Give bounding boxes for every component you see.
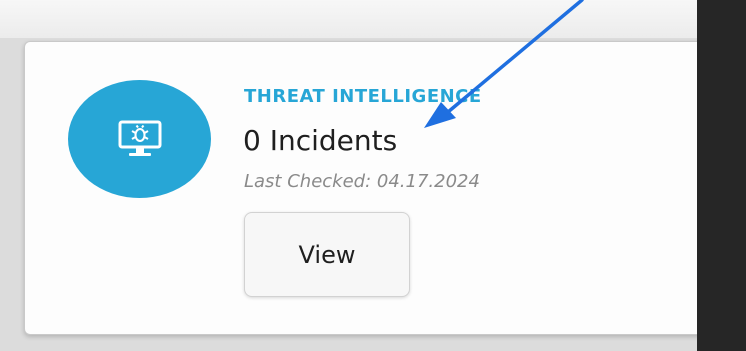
- view-button[interactable]: View: [244, 212, 410, 297]
- dark-sidebar-edge: [697, 0, 746, 351]
- incident-count: 0 Incidents: [243, 124, 398, 157]
- card-category: THREAT INTELLIGENCE: [244, 86, 482, 107]
- bug-monitor-icon: [118, 120, 161, 156]
- icon-circle: [68, 80, 211, 198]
- last-checked: Last Checked: 04.17.2024: [244, 171, 480, 192]
- top-strip: [0, 0, 697, 38]
